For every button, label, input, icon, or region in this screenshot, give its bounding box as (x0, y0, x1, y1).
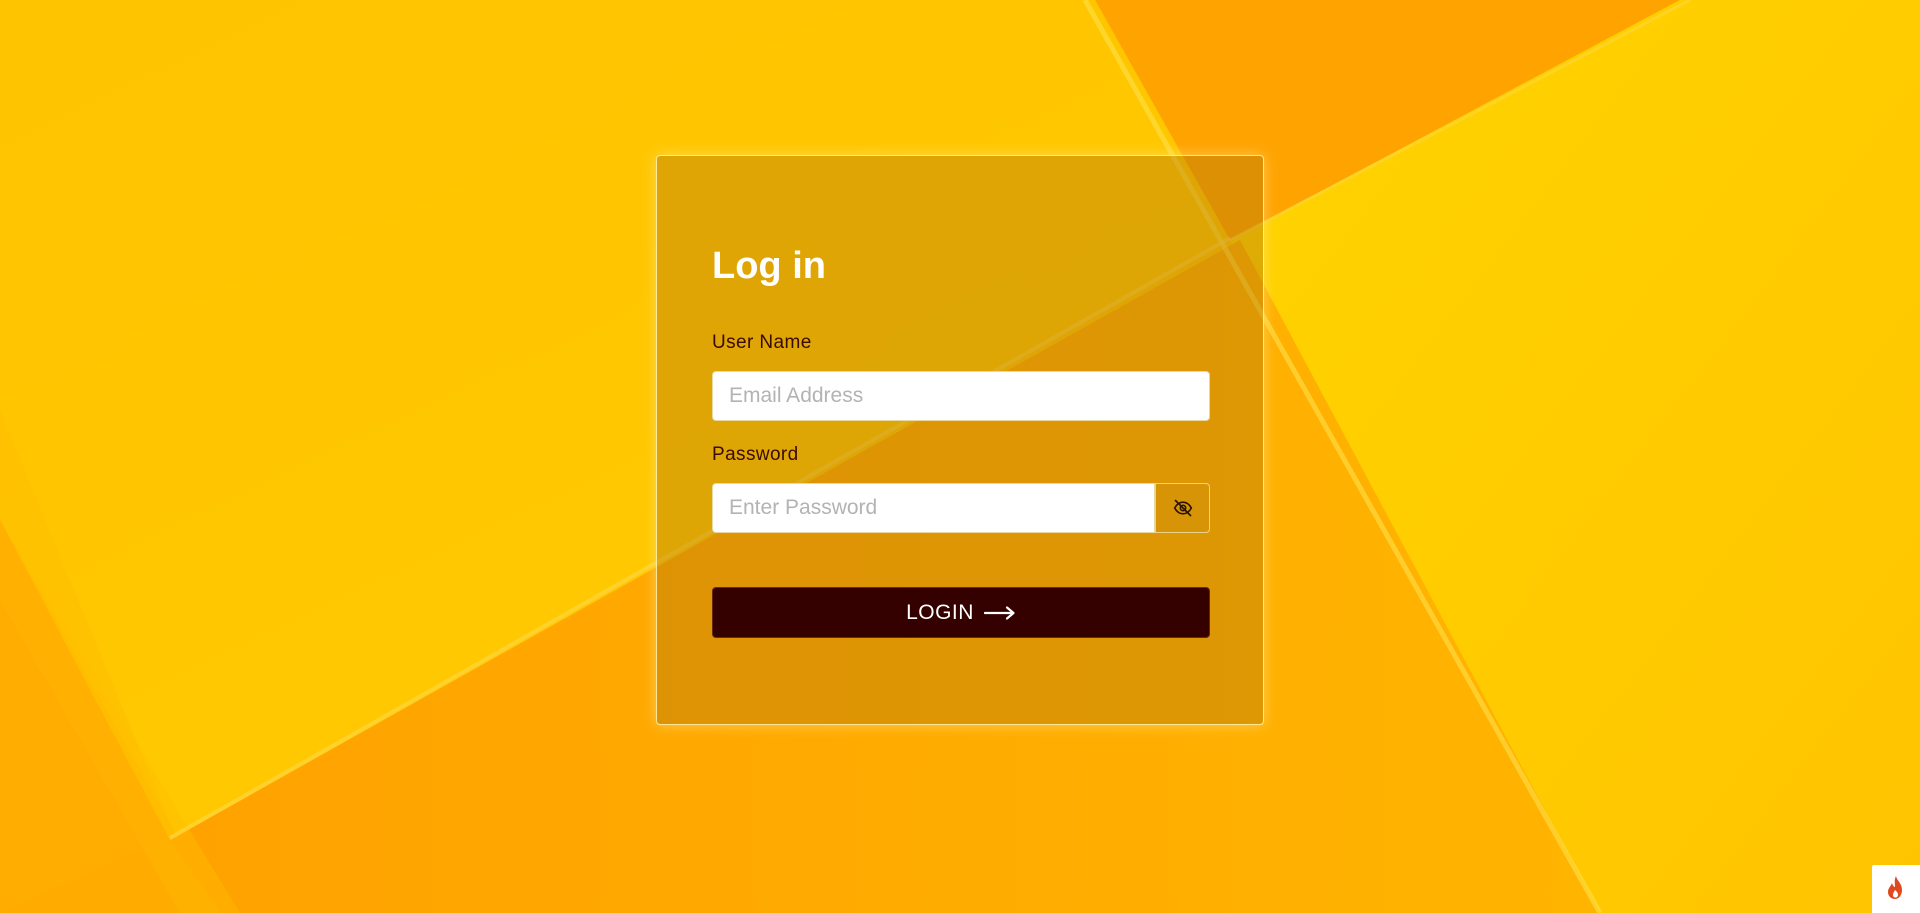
login-button-label: LOGIN (906, 600, 974, 624)
login-button[interactable]: LOGIN (712, 587, 1210, 638)
password-label: Password (712, 444, 799, 465)
login-page: Log in User Name Password LOGIN (0, 0, 1920, 913)
corner-badge[interactable] (1872, 865, 1920, 913)
flame-icon (1888, 876, 1902, 899)
long-arrow-right-icon (983, 605, 1016, 621)
email-input[interactable] (712, 371, 1210, 421)
login-title: Log in (712, 245, 826, 287)
password-input[interactable] (712, 483, 1155, 533)
login-card: Log in User Name Password LOGIN (656, 155, 1264, 725)
eye-off-icon (1173, 499, 1192, 517)
username-label: User Name (712, 332, 812, 353)
password-visibility-toggle[interactable] (1155, 483, 1210, 533)
